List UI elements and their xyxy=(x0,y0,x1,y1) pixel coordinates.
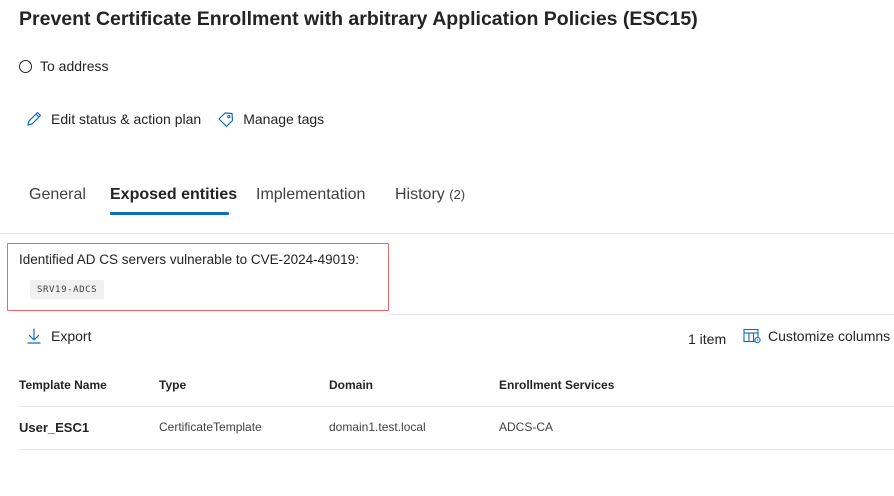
tab-general-label: General xyxy=(29,186,86,203)
tab-history-label: History xyxy=(395,186,445,203)
tab-history-count: (2) xyxy=(449,187,466,202)
tab-exposed-entities[interactable]: Exposed entities xyxy=(110,186,237,204)
status-selector[interactable]: To address xyxy=(19,58,108,74)
cell-type: CertificateTemplate xyxy=(159,420,262,434)
tab-implementation-label: Implementation xyxy=(256,186,366,203)
cell-domain: domain1.test.local xyxy=(329,420,426,434)
item-count: 1 item xyxy=(688,331,727,347)
edit-status-button[interactable]: Edit status & action plan xyxy=(25,110,201,128)
edit-status-label: Edit status & action plan xyxy=(51,111,202,127)
tab-general[interactable]: General xyxy=(29,186,86,204)
customize-columns-icon xyxy=(743,328,761,344)
customize-columns-label: Customize columns xyxy=(768,328,891,344)
pencil-icon xyxy=(27,111,42,126)
customize-columns-button[interactable]: Customize columns xyxy=(743,328,890,344)
tag-icon xyxy=(218,112,234,128)
header-divider xyxy=(19,406,894,407)
tab-exposed-entities-label: Exposed entities xyxy=(110,186,238,203)
cell-enrollment-services: ADCS-CA xyxy=(499,420,554,434)
column-header-type[interactable]: Type xyxy=(159,378,186,392)
column-header-domain[interactable]: Domain xyxy=(329,378,373,392)
column-header-enrollment-services[interactable]: Enrollment Services xyxy=(499,378,614,392)
manage-tags-label: Manage tags xyxy=(243,111,325,127)
status-circle-icon xyxy=(19,59,32,73)
vulnerable-servers-text: Identified AD CS servers vulnerable to C… xyxy=(19,252,359,267)
section-divider xyxy=(390,314,894,315)
download-icon xyxy=(27,328,41,344)
server-badge: SRV19-ADCS xyxy=(30,280,105,299)
status-label: To address xyxy=(40,58,109,74)
row-divider xyxy=(19,449,894,450)
page-title: Prevent Certificate Enrollment with arbi… xyxy=(19,8,698,30)
manage-tags-button[interactable]: Manage tags xyxy=(217,110,324,128)
tab-bar: General Exposed entities Implementation … xyxy=(0,180,894,234)
export-button[interactable]: Export xyxy=(27,328,91,344)
tab-implementation[interactable]: Implementation xyxy=(256,186,365,204)
active-tab-indicator xyxy=(110,212,229,215)
action-bar: Edit status & action plan Manage tags xyxy=(25,110,340,128)
export-label: Export xyxy=(51,328,92,344)
tab-history[interactable]: History (2) xyxy=(395,186,465,204)
column-header-template-name[interactable]: Template Name xyxy=(19,378,107,392)
cell-template-name: User_ESC1 xyxy=(19,420,90,435)
